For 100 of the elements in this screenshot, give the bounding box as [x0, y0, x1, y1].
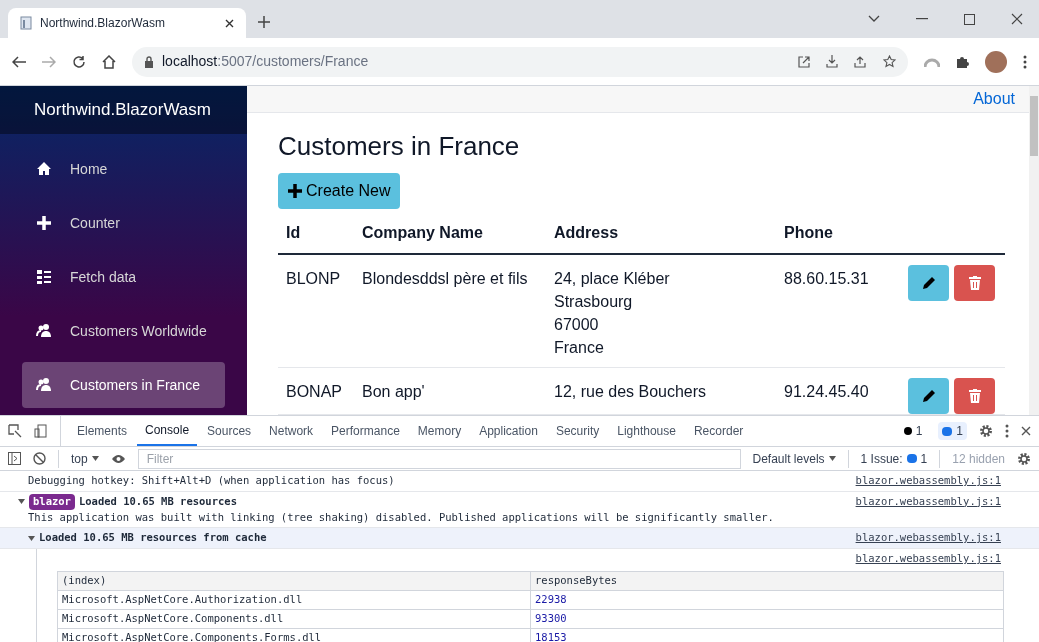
address-line: France	[554, 338, 604, 358]
create-new-button[interactable]: Create New	[278, 173, 401, 209]
expand-arrow-icon[interactable]	[28, 535, 35, 541]
console-badge: blazor	[29, 493, 75, 510]
pencil-icon	[921, 389, 936, 403]
console-message: Loaded 10.65 MB resources	[78, 493, 237, 509]
devtools-tab[interactable]: Memory	[409, 416, 470, 446]
devtools-tab[interactable]: Application	[471, 416, 546, 446]
more-icon[interactable]	[1005, 424, 1009, 438]
context-dropdown[interactable]: top	[58, 449, 99, 468]
list-icon	[36, 269, 52, 285]
inspect-icon[interactable]	[8, 424, 22, 438]
plus-icon	[288, 184, 302, 198]
sidebar-toggle-icon[interactable]	[8, 452, 21, 465]
pencil-icon	[921, 276, 936, 290]
scrollbar-thumb[interactable]	[1030, 96, 1038, 156]
eye-icon[interactable]	[110, 453, 126, 464]
hidden-count: 12 hidden	[939, 449, 1005, 468]
table-cell: BONAP	[286, 383, 342, 400]
devtools-tab[interactable]: Network	[261, 416, 322, 446]
puzzle-icon[interactable]	[956, 55, 969, 68]
devtools-tab[interactable]: Sources	[199, 416, 260, 446]
address-line: 12, rue des Bouchers	[554, 382, 707, 402]
table-cell: Microsoft.AspNetCore.Authorization.dll	[62, 592, 303, 605]
column-header: Id	[286, 224, 301, 241]
trash-icon	[968, 276, 981, 290]
column-header: Phone	[784, 224, 833, 241]
reload-icon[interactable]	[72, 54, 86, 69]
error-count[interactable]: 1	[899, 422, 927, 440]
console-message: Debugging hotkey: Shift+Alt+D (when application has focus)	[28, 473, 395, 488]
close-icon[interactable]	[1021, 426, 1031, 436]
source-link[interactable]: blazor.webassembly.js:1	[855, 473, 1001, 489]
address-field[interactable]: localhost:5007/customers/France	[132, 46, 908, 77]
devtools-tab[interactable]: Security	[547, 416, 608, 446]
nav-item[interactable]: Counter	[22, 200, 225, 246]
delete-button[interactable]	[954, 378, 995, 414]
edit-button[interactable]	[908, 265, 949, 301]
settings-icon[interactable]	[1017, 451, 1031, 466]
console-group-title: Loaded 10.65 MB resources from cache	[39, 530, 267, 546]
source-link[interactable]: blazor.webassembly.js:1	[855, 530, 1001, 546]
home-icon	[36, 161, 52, 177]
settings-icon[interactable]	[979, 424, 993, 438]
address-line: Strasbourg	[554, 292, 633, 312]
devtools-tab[interactable]: Elements	[69, 416, 136, 446]
star-icon[interactable]	[883, 55, 896, 68]
table-cell: Bon app'	[362, 383, 425, 400]
page-icon	[20, 16, 32, 30]
about-link[interactable]: About	[973, 87, 1015, 111]
table-cell: Blondesddsl père et fils	[362, 270, 528, 287]
table-cell: 88.60.15.31	[784, 270, 869, 287]
people-icon	[36, 323, 52, 339]
devtools-tab[interactable]: Recorder	[685, 416, 752, 446]
nav-item[interactable]: Customers Worldwide	[22, 308, 225, 354]
column-header: (index)	[62, 573, 107, 586]
download-icon[interactable]	[826, 55, 838, 68]
device-icon[interactable]	[34, 424, 48, 438]
devtools-tab[interactable]: Performance	[323, 416, 408, 446]
avatar[interactable]	[985, 50, 1007, 73]
devtools-tab[interactable]: Console	[137, 416, 198, 446]
minimize-icon[interactable]	[916, 18, 928, 20]
back-icon[interactable]	[12, 55, 26, 68]
tab-title: Northwind.BlazorWasm	[40, 15, 166, 32]
menu-icon[interactable]	[1023, 54, 1027, 69]
nav-item[interactable]: Fetch data	[22, 254, 225, 300]
source-link[interactable]: blazor.webassembly.js:1	[855, 493, 1001, 510]
people-icon	[36, 377, 52, 393]
expand-arrow-icon[interactable]	[18, 499, 25, 505]
table-cell: 22938	[535, 592, 567, 605]
console-detail: This application was built with linking (tree shaking) disabled. Published applications will be significantly smaller.	[27, 509, 774, 525]
home-icon[interactable]	[102, 54, 116, 69]
column-header: Address	[554, 224, 619, 241]
table-cell: 93300	[535, 611, 567, 624]
trash-icon	[968, 389, 981, 403]
column-header: Company Name	[362, 224, 483, 241]
levels-dropdown[interactable]: Default levels	[752, 449, 836, 468]
url-text: localhost:5007/customers/France	[162, 52, 369, 71]
clear-icon[interactable]	[33, 452, 46, 465]
edit-button[interactable]	[908, 378, 949, 414]
chevron-down-icon[interactable]	[868, 15, 880, 23]
table-cell: BLONP	[286, 270, 341, 287]
message-count[interactable]: 1	[938, 422, 967, 440]
close-icon[interactable]	[225, 18, 234, 28]
new-tab-icon[interactable]	[258, 16, 270, 28]
address-line: 67000	[554, 315, 599, 335]
nav-item[interactable]: Customers in France	[22, 362, 225, 408]
browser-tab[interactable]: Northwind.BlazorWasm	[8, 8, 246, 38]
devtools-tab[interactable]: Lighthouse	[609, 416, 684, 446]
filter-field[interactable]: Filter	[137, 448, 741, 469]
maximize-icon[interactable]	[964, 13, 975, 25]
delete-button[interactable]	[954, 265, 995, 301]
caret-icon	[828, 456, 836, 461]
share-icon[interactable]	[854, 55, 867, 68]
open-external-icon[interactable]	[798, 55, 810, 68]
close-icon[interactable]	[1011, 13, 1023, 25]
source-link[interactable]: blazor.webassembly.js:1	[855, 551, 1001, 567]
issues-button[interactable]: 1 Issue: 1	[847, 449, 928, 468]
nav-item[interactable]: Home	[22, 146, 225, 192]
address-line: 24, place Kléber	[554, 269, 670, 289]
table-cell: 91.24.45.40	[784, 383, 869, 400]
page-heading: Customers in France	[278, 131, 521, 161]
